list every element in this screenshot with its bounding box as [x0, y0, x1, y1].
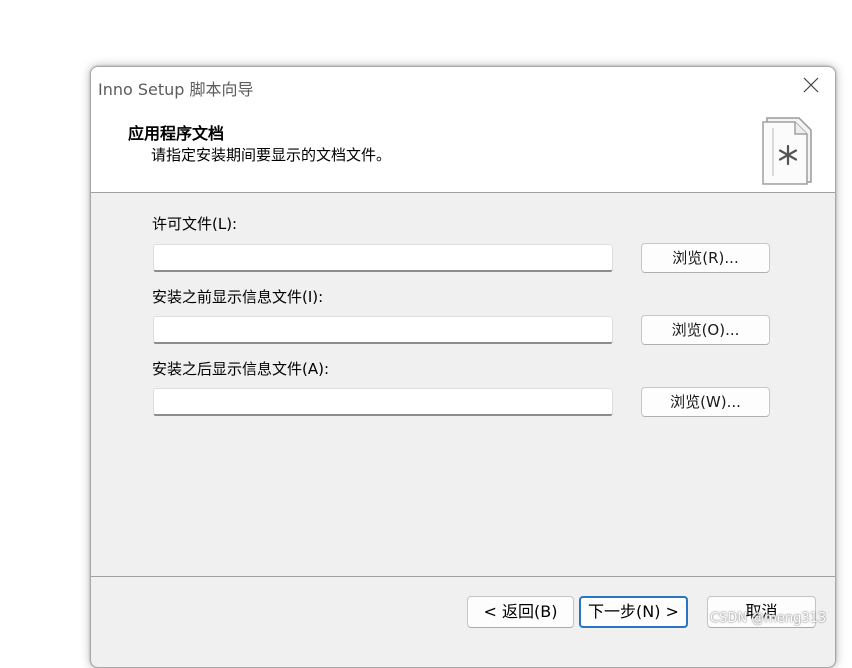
after-install-info-label: 安装之后显示信息文件(A): — [152, 360, 330, 378]
header-panel: 应用程序文档 请指定安装期间要显示的文档文件。 — [91, 104, 835, 193]
license-file-label: 许可文件(L): — [152, 215, 238, 233]
browse-before-install-button[interactable]: 浏览(O)... — [641, 315, 770, 345]
content-area: 许可文件(L): 浏览(R)... 安装之前显示信息文件(I): 浏览(O)..… — [91, 193, 835, 575]
after-install-info-input[interactable] — [153, 388, 613, 416]
close-button[interactable] — [787, 67, 835, 104]
next-button[interactable]: 下一步(N) > — [579, 596, 688, 628]
wizard-window: Inno Setup 脚本向导 应用程序文档 请指定安装期间要显示的文档文件。 … — [90, 66, 836, 668]
footer-divider — [91, 576, 835, 577]
browse-after-install-button[interactable]: 浏览(W)... — [641, 387, 770, 417]
license-file-input[interactable] — [153, 244, 613, 272]
browse-license-button[interactable]: 浏览(R)... — [641, 243, 770, 273]
watermark-text: CSDN @meng313 — [710, 611, 827, 626]
window-title: Inno Setup 脚本向导 — [98, 80, 254, 99]
page-subtitle: 请指定安装期间要显示的文档文件。 — [151, 146, 392, 164]
close-icon — [803, 77, 819, 93]
before-install-info-label: 安装之前显示信息文件(I): — [152, 288, 324, 306]
document-icon — [762, 117, 812, 185]
page-title: 应用程序文档 — [128, 124, 225, 143]
before-install-info-input[interactable] — [153, 316, 613, 344]
back-button[interactable]: < 返回(B) — [467, 596, 574, 628]
title-bar: Inno Setup 脚本向导 — [91, 67, 835, 104]
